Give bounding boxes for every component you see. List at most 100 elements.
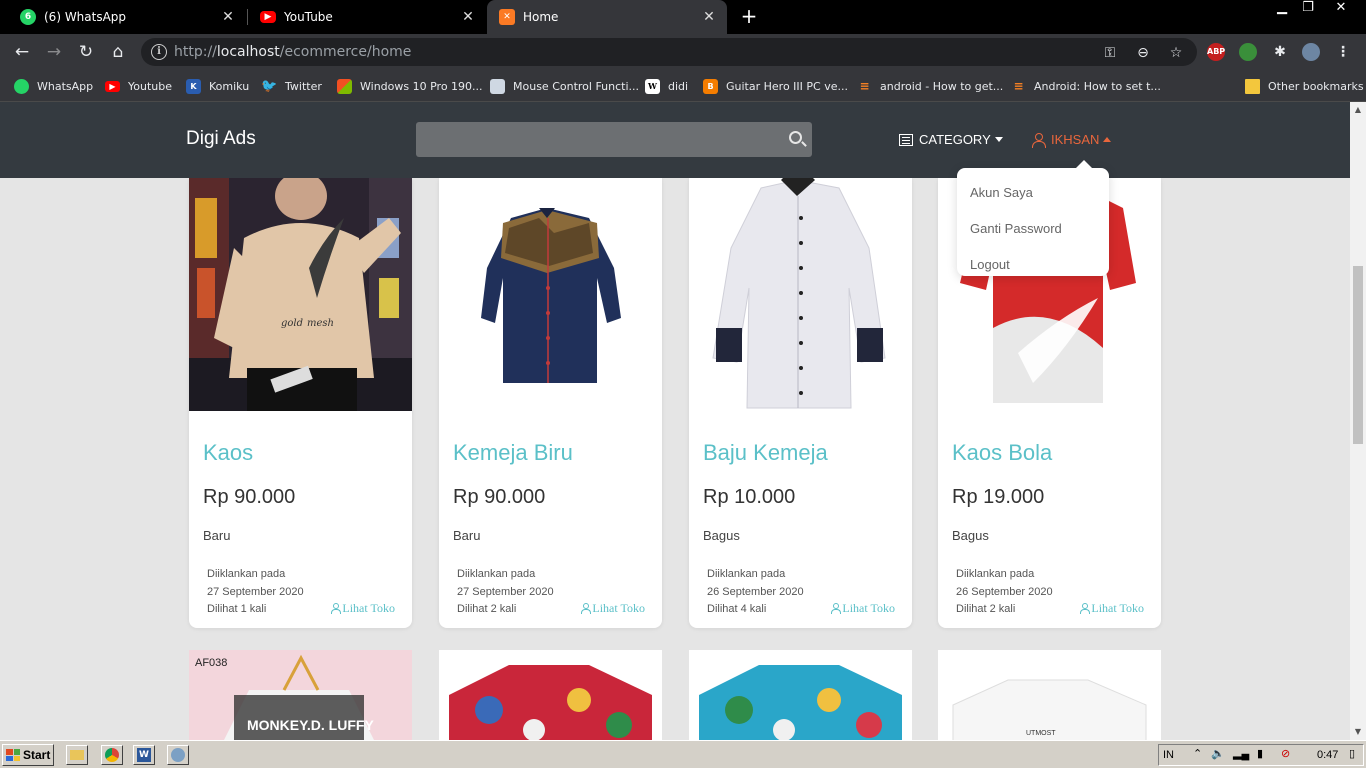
bookmark-other[interactable]: Other bookmarks <box>1245 77 1364 95</box>
tab-whatsapp[interactable]: 6 (6) WhatsApp ✕ <box>8 0 246 34</box>
product-card[interactable]: Kemeja Biru Rp 90.000 Baru Diiklankan pa… <box>439 178 662 628</box>
whatsapp-icon <box>14 78 29 94</box>
forward-icon[interactable]: → <box>42 40 66 64</box>
app-icon[interactable] <box>167 745 189 765</box>
close-icon[interactable]: ✕ <box>220 9 236 25</box>
view-shop-link[interactable]: Lihat Toko <box>580 601 645 616</box>
menu-item-akun-saya[interactable]: Akun Saya <box>957 176 1109 212</box>
product-name[interactable]: Kaos <box>203 440 253 466</box>
zoom-icon[interactable]: ⊖ <box>1134 44 1152 62</box>
language-indicator[interactable]: IN <box>1163 749 1174 761</box>
product-card[interactable]: AF038 MONKEY.D. LUFFY <box>189 650 412 740</box>
close-icon[interactable]: ✕ <box>701 9 717 25</box>
product-condition: Baru <box>453 528 481 543</box>
product-condition: Bagus <box>952 528 989 543</box>
bookmark-whatsapp[interactable]: WhatsApp <box>14 77 93 95</box>
bookmark-didi[interactable]: Wdidi <box>645 77 688 95</box>
product-meta: Diiklankan pada 27 September 2020 Diliha… <box>207 568 304 615</box>
reload-icon[interactable]: ↻ <box>74 40 98 64</box>
show-desktop-icon[interactable]: ▯ <box>1349 747 1355 760</box>
product-name[interactable]: Baju Kemeja <box>703 440 828 466</box>
volume-icon[interactable]: 🔈 <box>1211 747 1225 760</box>
battery-icon[interactable]: ▮ <box>1257 747 1263 760</box>
system-tray: IN ⌃ 🔈 ▂▄ ▮ ⊘ 0:47 ▯ <box>1158 744 1364 766</box>
product-image[interactable]: UTMOST <box>938 650 1161 740</box>
product-image[interactable]: AF038 MONKEY.D. LUFFY <box>189 650 412 740</box>
scroll-up-icon[interactable]: ▲ <box>1350 102 1366 118</box>
product-image[interactable]: gold mesh <box>189 178 412 411</box>
menu-item-ganti-password[interactable]: Ganti Password <box>957 212 1109 248</box>
info-icon[interactable]: i <box>151 44 167 60</box>
product-card[interactable]: gold mesh Kaos Rp 90.000 Baru Diiklankan… <box>189 178 412 628</box>
back-icon[interactable]: ← <box>10 40 34 64</box>
bookmark-twitter[interactable]: 🐦 Twitter <box>261 77 321 95</box>
search-icon[interactable] <box>789 131 802 144</box>
product-meta: Diiklankan pada 26 September 2020 Diliha… <box>956 568 1053 615</box>
tab-youtube[interactable]: ▶ YouTube ✕ <box>248 0 486 34</box>
bookmark-android-set[interactable]: ≡ Android: How to set t... <box>1011 77 1160 95</box>
word-icon[interactable]: W <box>133 745 155 765</box>
bookmark-youtube[interactable]: ▶ Youtube <box>105 77 172 95</box>
bookmark-windows[interactable]: Windows 10 Pro 190... <box>337 77 483 95</box>
star-icon[interactable]: ☆ <box>1167 44 1185 62</box>
user-menu[interactable]: IKHSAN <box>1031 132 1112 148</box>
user-icon <box>830 603 842 614</box>
user-dropdown: Akun Saya Ganti Password Logout <box>957 160 1109 276</box>
view-shop-link[interactable]: Lihat Toko <box>830 601 895 616</box>
minimize-button[interactable]: ▁ <box>1268 0 1296 18</box>
clock[interactable]: 0:47 <box>1317 749 1338 761</box>
scroll-down-icon[interactable]: ▼ <box>1350 724 1366 740</box>
close-window-button[interactable]: ✕ <box>1326 0 1356 18</box>
product-card[interactable] <box>689 650 912 740</box>
bookmark-guitar-hero[interactable]: B Guitar Hero III PC ve... <box>703 77 848 95</box>
view-shop-link[interactable]: Lihat Toko <box>1079 601 1144 616</box>
product-image[interactable] <box>689 650 912 740</box>
windows-icon <box>337 78 352 94</box>
product-image[interactable] <box>439 178 662 411</box>
youtube-icon: ▶ <box>105 80 120 92</box>
tray-expand-icon[interactable]: ⌃ <box>1193 747 1202 760</box>
restore-button[interactable]: ❐ <box>1294 0 1322 18</box>
chrome-icon[interactable] <box>101 745 123 765</box>
user-icon <box>330 603 342 614</box>
start-button[interactable]: Start <box>2 744 54 766</box>
search-input[interactable] <box>416 122 812 157</box>
caret-up-icon <box>1103 137 1112 142</box>
product-image[interactable] <box>439 650 662 740</box>
extension-globe-icon[interactable] <box>1239 43 1257 61</box>
home-icon[interactable]: ⌂ <box>106 40 130 64</box>
menu-kebab-icon[interactable]: ⋮ <box>1334 43 1352 61</box>
category-menu[interactable]: CATEGORY <box>899 132 1003 147</box>
scroll-thumb[interactable] <box>1353 266 1363 444</box>
view-shop-link[interactable]: Lihat Toko <box>330 601 395 616</box>
bookmark-komiku[interactable]: K Komiku <box>186 77 249 95</box>
new-tab-button[interactable]: + <box>738 5 760 27</box>
product-card[interactable] <box>439 650 662 740</box>
product-name[interactable]: Kaos Bola <box>952 440 1052 466</box>
adblock-plus-icon[interactable]: ABP <box>1207 43 1225 61</box>
product-card[interactable]: Baju Kemeja Rp 10.000 Bagus Diiklankan p… <box>689 178 912 628</box>
product-meta: Diiklankan pada 26 September 2020 Diliha… <box>707 568 804 615</box>
close-icon[interactable]: ✕ <box>460 9 476 25</box>
address-bar[interactable]: i http://localhost/ecommerce/home ⚿ ⊖ ☆ <box>141 38 1197 66</box>
brand-logo[interactable]: Digi Ads <box>186 128 256 150</box>
explorer-icon[interactable] <box>66 745 88 765</box>
product-price: Rp 90.000 <box>203 486 296 508</box>
product-image[interactable] <box>689 178 912 411</box>
page-scrollbar[interactable]: ▲ ▼ <box>1350 102 1366 740</box>
tab-title: YouTube <box>284 10 333 24</box>
bookmark-android-get[interactable]: ≡ android - How to get... <box>857 77 1003 95</box>
profile-avatar[interactable] <box>1302 43 1320 61</box>
extensions-puzzle-icon[interactable]: ✱ <box>1271 43 1289 61</box>
site-navbar: Digi Ads CATEGORY IKHSAN <box>0 102 1350 178</box>
network-icon[interactable]: ▂▄ <box>1233 747 1249 760</box>
user-icon <box>1079 603 1091 614</box>
tab-home[interactable]: ✕ Home ✕ <box>487 0 727 34</box>
product-name[interactable]: Kemeja Biru <box>453 440 573 466</box>
menu-item-logout[interactable]: Logout <box>957 248 1109 284</box>
product-card[interactable]: UTMOST <box>938 650 1161 740</box>
bookmark-mouse-control[interactable]: Mouse Control Functi... <box>490 77 639 95</box>
key-icon[interactable]: ⚿ <box>1101 44 1119 62</box>
security-icon[interactable]: ⊘ <box>1281 747 1290 760</box>
whatsapp-icon: 6 <box>20 9 36 25</box>
